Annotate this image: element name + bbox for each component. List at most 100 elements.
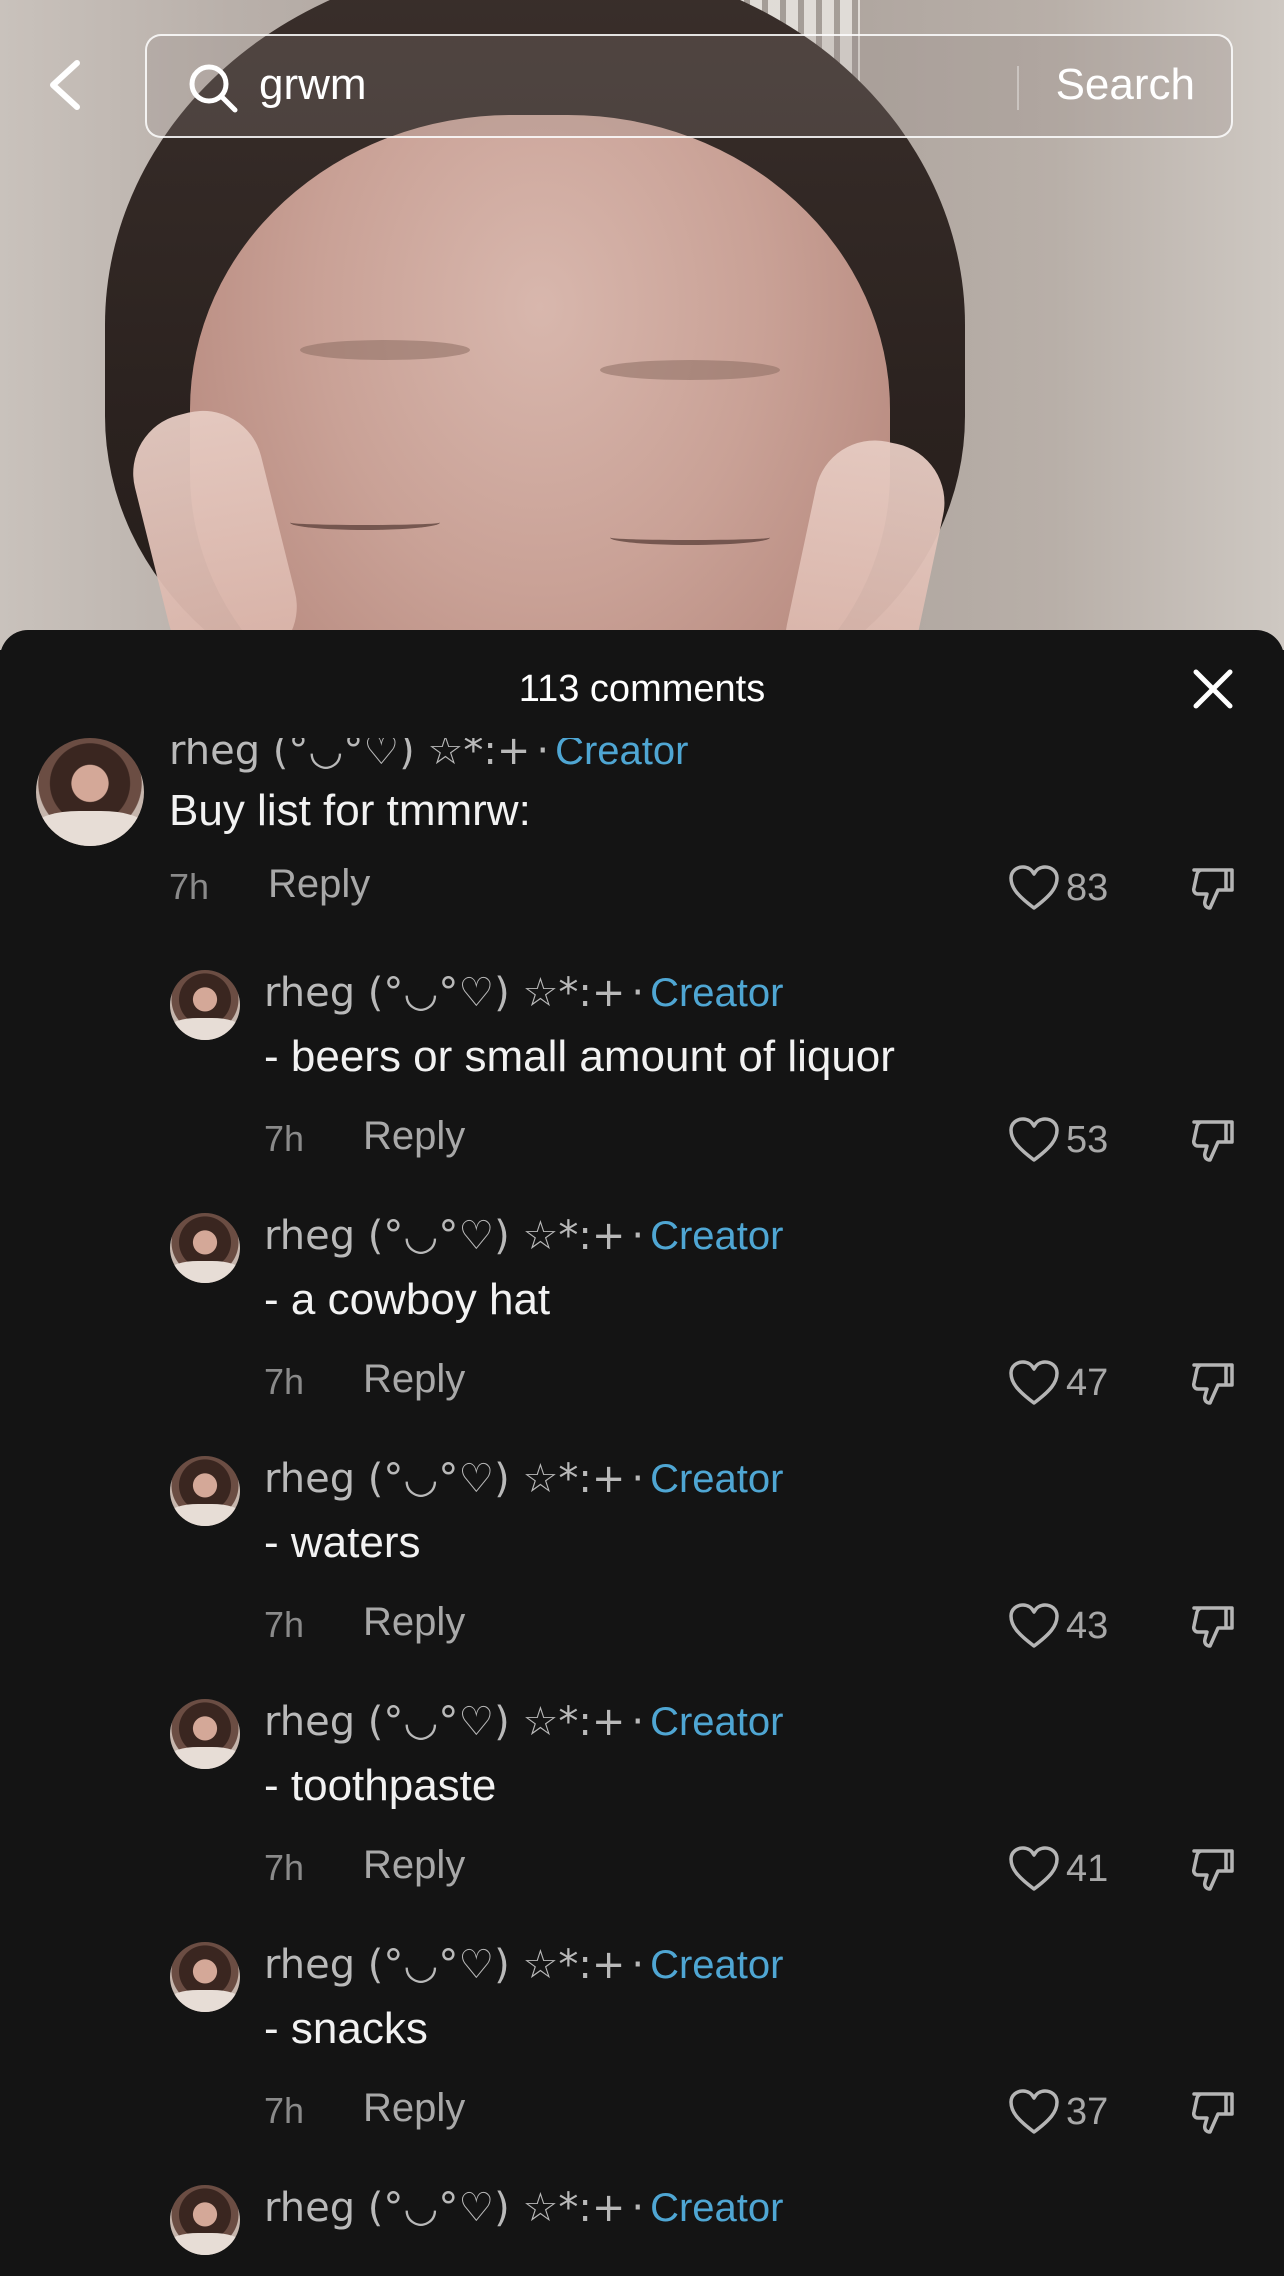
comment-author-line: rheg (°◡°♡) ☆*:+ · Creator: [264, 1456, 783, 1502]
reply-item: rheg (°◡°♡) ☆*:+ · Creator - toothpaste 7h…: [0, 1699, 1284, 1919]
reply-item: rheg (°◡°♡) ☆*:+ · Creator: [0, 2185, 1284, 2268]
like-count: 37: [1066, 2090, 1109, 2133]
search-icon: [189, 64, 238, 113]
comments-sheet: 113 comments rheg (°◡°♡) ☆*:+ · Creator Bu…: [0, 630, 1284, 2276]
separator-dot: ·: [631, 1942, 645, 1988]
avatar[interactable]: [170, 2185, 240, 2255]
like-count: 53: [1066, 1118, 1109, 1161]
comment-author[interactable]: rheg (°◡°♡) ☆*:+: [264, 1456, 625, 1502]
comment-time: 7h: [264, 2090, 305, 2131]
comment-text: - beers or small amount of liquor: [264, 1032, 895, 1081]
dislike-icon[interactable]: [1188, 1602, 1238, 1652]
comment-author[interactable]: rheg (°◡°♡) ☆*:+: [264, 1942, 625, 1988]
creator-badge: Creator: [650, 971, 784, 1015]
search-button[interactable]: Search: [1056, 60, 1195, 110]
comment-time: 7h: [264, 1604, 305, 1645]
close-icon[interactable]: [1190, 666, 1236, 712]
separator-dot: ·: [631, 2185, 645, 2231]
video-right-brow: [600, 360, 780, 380]
reply-button[interactable]: Reply: [363, 2086, 465, 2131]
reply-item: rheg (°◡°♡) ☆*:+ · Creator - waters 7h Rep…: [0, 1456, 1284, 1676]
like-count: 41: [1066, 1847, 1109, 1890]
like-button[interactable]: 43: [1008, 1598, 1158, 1654]
comment-author-line: rheg (°◡°♡) ☆*:+ · Creator: [169, 738, 688, 774]
dislike-icon[interactable]: [1188, 1845, 1238, 1895]
heart-icon: [1009, 1360, 1059, 1405]
comment-author[interactable]: rheg (°◡°♡) ☆*:+: [264, 2185, 625, 2231]
avatar[interactable]: [170, 1456, 240, 1526]
creator-badge: Creator: [555, 738, 689, 773]
separator-dot: ·: [631, 1213, 645, 1259]
comment-text: Buy list for tmmrw:: [169, 786, 531, 835]
comment-author-line: rheg (°◡°♡) ☆*:+ · Creator: [264, 2185, 783, 2231]
reply-button[interactable]: Reply: [363, 1600, 465, 1645]
search-input[interactable]: grwm: [259, 60, 367, 110]
creator-badge: Creator: [650, 1943, 784, 1987]
like-button[interactable]: 41: [1008, 1841, 1158, 1897]
comment-text: - waters: [264, 1518, 421, 1567]
video-right-eyelid: [610, 530, 770, 545]
comments-count-title: 113 comments: [518, 668, 766, 710]
comment-text: - snacks: [264, 2004, 428, 2053]
reply-item: rheg (°◡°♡) ☆*:+ · Creator - snacks 7h Rep…: [0, 1942, 1284, 2162]
creator-badge: Creator: [650, 1214, 784, 1258]
avatar[interactable]: [170, 1213, 240, 1283]
search-bar[interactable]: grwm Search: [145, 34, 1233, 138]
comment-author[interactable]: rheg (°◡°♡) ☆*:+: [264, 1699, 625, 1745]
like-count: 83: [1066, 866, 1109, 909]
video-left-eyelid: [290, 515, 440, 530]
comment-time: 7h: [264, 1118, 305, 1159]
reply-button[interactable]: Reply: [363, 1357, 465, 1402]
separator-dot: ·: [631, 970, 645, 1016]
chevron-left-icon: [50, 60, 80, 110]
heart-icon: [1009, 1117, 1059, 1162]
reply-button[interactable]: Reply: [363, 1114, 465, 1159]
avatar[interactable]: [170, 970, 240, 1040]
video-face: [190, 115, 890, 650]
comment-author-line: rheg (°◡°♡) ☆*:+ · Creator: [264, 1699, 783, 1745]
reply-button[interactable]: Reply: [363, 1843, 465, 1888]
dislike-icon[interactable]: [1188, 1116, 1238, 1166]
search-divider: [1017, 66, 1019, 110]
reply-button[interactable]: Reply: [268, 862, 370, 907]
dislike-icon[interactable]: [1188, 864, 1238, 914]
separator-dot: ·: [536, 738, 550, 774]
like-button[interactable]: 47: [1008, 1355, 1158, 1411]
back-button[interactable]: [40, 50, 90, 120]
comment-author-line: rheg (°◡°♡) ☆*:+ · Creator: [264, 970, 783, 1016]
avatar[interactable]: [36, 738, 144, 846]
dislike-icon[interactable]: [1188, 1359, 1238, 1409]
like-count: 43: [1066, 1604, 1109, 1647]
heart-icon: [1009, 2089, 1059, 2134]
comment-author[interactable]: rheg (°◡°♡) ☆*:+: [264, 1213, 625, 1259]
comment-item: rheg (°◡°♡) ☆*:+ · Creator Buy list for tm…: [0, 738, 1284, 928]
creator-badge: Creator: [650, 1457, 784, 1501]
like-button[interactable]: 53: [1008, 1112, 1158, 1168]
comment-text: - a cowboy hat: [264, 1275, 551, 1324]
separator-dot: ·: [631, 1456, 645, 1502]
avatar[interactable]: [170, 1942, 240, 2012]
comment-author[interactable]: rheg (°◡°♡) ☆*:+: [264, 970, 625, 1016]
heart-icon: [1009, 1846, 1059, 1891]
creator-badge: Creator: [650, 2186, 784, 2230]
reply-item: rheg (°◡°♡) ☆*:+ · Creator - beers or smal…: [0, 970, 1284, 1190]
separator-dot: ·: [631, 1699, 645, 1745]
comment-time: 7h: [169, 866, 210, 907]
comment-author-line: rheg (°◡°♡) ☆*:+ · Creator: [264, 1942, 783, 1988]
heart-icon: [1009, 1603, 1059, 1648]
like-button[interactable]: 37: [1008, 2084, 1158, 2140]
avatar[interactable]: [170, 1699, 240, 1769]
creator-badge: Creator: [650, 1700, 784, 1744]
comment-text: - toothpaste: [264, 1761, 497, 1810]
comment-time: 7h: [264, 1361, 305, 1402]
comment-list[interactable]: rheg (°◡°♡) ☆*:+ · Creator Buy list for tm…: [0, 738, 1284, 2268]
reply-item: rheg (°◡°♡) ☆*:+ · Creator - a cowboy hat …: [0, 1213, 1284, 1433]
like-count: 47: [1066, 1361, 1109, 1404]
comment-time: 7h: [264, 1847, 305, 1888]
dislike-icon[interactable]: [1188, 2088, 1238, 2138]
comment-author-line: rheg (°◡°♡) ☆*:+ · Creator: [264, 1213, 783, 1259]
video-left-brow: [300, 340, 470, 360]
comment-author[interactable]: rheg (°◡°♡) ☆*:+: [169, 738, 530, 774]
heart-icon: [1009, 865, 1059, 910]
like-button[interactable]: 83: [1008, 860, 1158, 916]
